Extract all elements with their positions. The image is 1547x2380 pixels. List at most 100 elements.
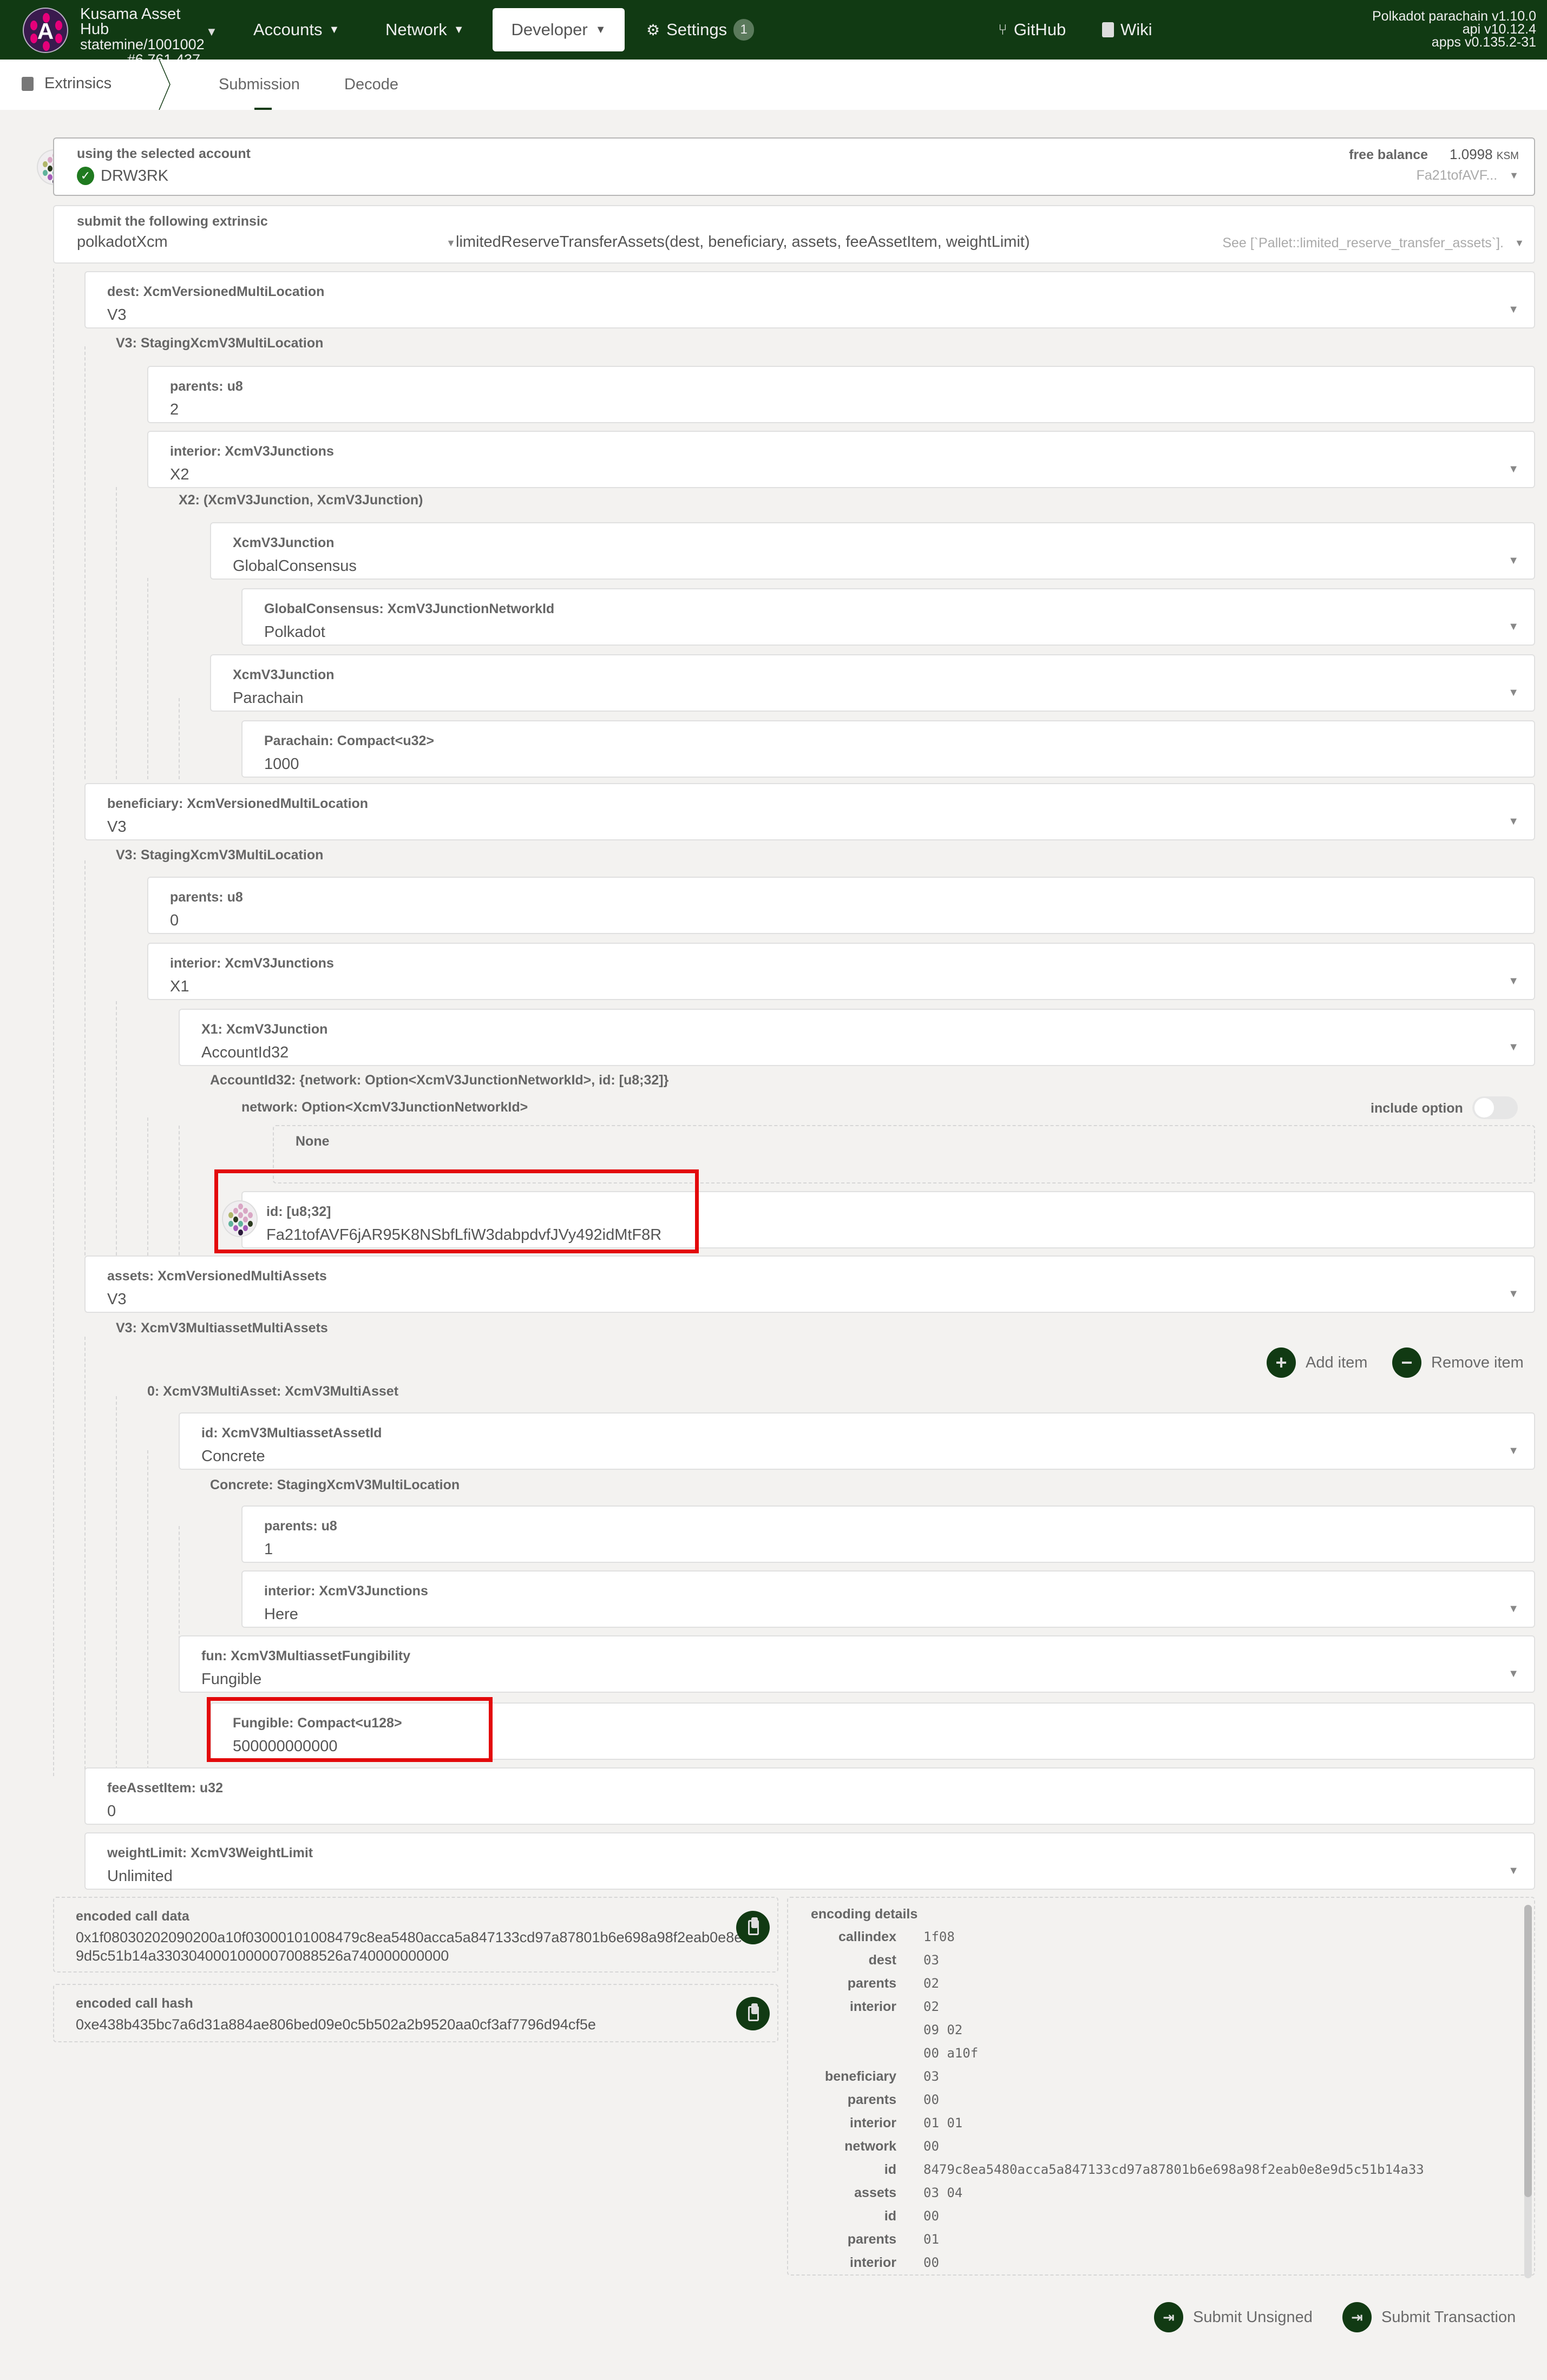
asset-interior-dropdown[interactable]: interior: XcmV3Junctions Here ▼ bbox=[241, 1570, 1535, 1628]
nav-settings[interactable]: ⚙ Settings 1 bbox=[646, 17, 755, 42]
encoding-detail-value: 1f08 bbox=[923, 1929, 955, 1944]
call-data-value: 0x1f08030202090200a10f03000101008479c8ea… bbox=[76, 1929, 743, 1964]
sign-in-icon: ⇥ bbox=[1342, 2302, 1372, 2332]
chevron-down-icon: ▼ bbox=[1508, 1288, 1519, 1300]
call-hash-value: 0xe438b435bc7a6d31a884ae806bed09e0c5b502… bbox=[76, 2016, 596, 2033]
chevron-down-icon: ▼ bbox=[1508, 1668, 1519, 1680]
asset-fun-dropdown[interactable]: fun: XcmV3MultiassetFungibility Fungible… bbox=[179, 1635, 1535, 1693]
dest-interior-value: X2 bbox=[170, 466, 189, 483]
encoding-details-title: encoding details bbox=[811, 1906, 918, 1922]
account-selector[interactable]: using the selected account ✓ DRW3RK free… bbox=[53, 137, 1535, 196]
dest-junction1-dropdown[interactable]: XcmV3Junction GlobalConsensus ▼ bbox=[210, 522, 1535, 580]
dest-dropdown[interactable]: dest: XcmVersionedMultiLocation V3 ▼ bbox=[84, 271, 1535, 328]
tab-submission[interactable]: Submission bbox=[219, 76, 300, 94]
beneficiary-x1-dropdown[interactable]: X1: XcmV3Junction AccountId32 ▼ bbox=[179, 1009, 1535, 1066]
encoding-detail-value: 00 bbox=[923, 2208, 939, 2224]
dest-gc-label: GlobalConsensus: XcmV3JunctionNetworkId bbox=[264, 601, 555, 616]
dest-parachain-label: Parachain: Compact<u32> bbox=[264, 733, 435, 748]
dest-junction2-value: Parachain bbox=[233, 689, 304, 707]
encoding-detail-value: 00 a10f bbox=[923, 2046, 979, 2061]
encoding-detail-value: 02 bbox=[923, 1976, 939, 1991]
submit-unsigned-button[interactable]: ⇥ Submit Unsigned bbox=[1154, 2302, 1313, 2332]
dest-junction1-label: XcmV3Junction bbox=[233, 535, 335, 550]
beneficiary-label: beneficiary: XcmVersionedMultiLocation bbox=[107, 796, 369, 811]
encoding-details-panel: encoding details callindex 1f08 dest 03 pare… bbox=[787, 1897, 1535, 2276]
nav-network-label: Network bbox=[385, 20, 447, 39]
dest-junction2-dropdown[interactable]: XcmV3Junction Parachain ▼ bbox=[210, 654, 1535, 712]
include-option-toggle[interactable] bbox=[1472, 1096, 1518, 1119]
beneficiary-interior-label: interior: XcmV3Junctions bbox=[170, 956, 334, 971]
weight-limit-dropdown[interactable]: weightLimit: XcmV3WeightLimit Unlimited … bbox=[84, 1832, 1535, 1890]
nav-developer[interactable]: Developer ▼ bbox=[493, 8, 625, 51]
chain-name: Kusama Asset Hub bbox=[80, 5, 181, 38]
version-info: Polkadot parachain v1.10.0 api v10.12.4 … bbox=[1372, 10, 1536, 49]
encoding-detail-key: id bbox=[884, 2162, 896, 2177]
chevron-down-icon: ▼ bbox=[1508, 687, 1519, 699]
section-label: Extrinsics bbox=[44, 75, 112, 92]
chevron-down-icon: ▼ bbox=[1508, 463, 1519, 475]
encoding-detail-key: id bbox=[884, 2208, 896, 2224]
minus-icon: − bbox=[1392, 1347, 1421, 1378]
chevron-down-icon: ▼ bbox=[1508, 304, 1519, 315]
beneficiary-x1-label: X1: XcmV3Junction bbox=[201, 1022, 328, 1037]
settings-badge: 1 bbox=[733, 19, 755, 41]
call-doc: See [`Pallet::limited_reserve_transfer_a… bbox=[1222, 235, 1504, 251]
wiki-link[interactable]: Wiki bbox=[1102, 17, 1152, 42]
encoding-detail-row: parents 02 bbox=[788, 1976, 1524, 1998]
dest-parachain-value: 1000 bbox=[264, 755, 299, 773]
asset-interior-value: Here bbox=[264, 1606, 298, 1623]
remove-item-label: Remove item bbox=[1431, 1353, 1524, 1371]
include-option-label: include option bbox=[1371, 1101, 1463, 1116]
scrollbar-thumb[interactable] bbox=[1524, 1905, 1532, 2197]
chain-spec: statemine/1001002 bbox=[80, 36, 205, 52]
beneficiary-value: V3 bbox=[107, 818, 127, 836]
encoding-detail-row: parents 00 bbox=[788, 2092, 1524, 2115]
fee-asset-item-value: 0 bbox=[107, 1803, 116, 1820]
encoding-detail-value: 01 01 bbox=[923, 2115, 963, 2131]
dest-interior-dropdown[interactable]: interior: XcmV3Junctions X2 ▼ bbox=[147, 431, 1535, 488]
submit-transaction-button[interactable]: ⇥ Submit Transaction bbox=[1342, 2302, 1516, 2332]
assets-label: assets: XcmVersionedMultiAssets bbox=[107, 1268, 327, 1284]
asset-parents-input[interactable]: parents: u8 1 bbox=[241, 1505, 1535, 1563]
encoding-detail-key: interior bbox=[849, 2255, 896, 2270]
chevron-down-icon: ▼ bbox=[453, 23, 464, 36]
assets-dropdown[interactable]: assets: XcmVersionedMultiAssets V3 ▼ bbox=[84, 1255, 1535, 1313]
chevron-down-icon[interactable]: ▼ bbox=[206, 25, 218, 39]
github-link[interactable]: ⑂ GitHub bbox=[998, 17, 1066, 42]
encoding-detail-row: callindex 1f08 bbox=[788, 1929, 1524, 1952]
chain-logo-icon[interactable]: A bbox=[23, 8, 68, 53]
beneficiary-dropdown[interactable]: beneficiary: XcmVersionedMultiLocation V… bbox=[84, 783, 1535, 840]
beneficiary-interior-dropdown[interactable]: interior: XcmV3Junctions X1 ▼ bbox=[147, 943, 1535, 1000]
encoding-detail-row: assets 03 04 bbox=[788, 2185, 1524, 2208]
submit-unsigned-label: Submit Unsigned bbox=[1193, 2308, 1313, 2326]
beneficiary-parents-input[interactable]: parents: u8 0 bbox=[147, 877, 1535, 934]
call-dropdown[interactable]: limitedReserveTransferAssets(dest, benef… bbox=[444, 233, 1524, 257]
fee-asset-item-input[interactable]: feeAssetItem: u32 0 bbox=[84, 1767, 1535, 1825]
pallet-dropdown[interactable]: polkadotXcm ▼ bbox=[77, 233, 467, 257]
dest-globalconsensus-dropdown[interactable]: GlobalConsensus: XcmV3JunctionNetworkId … bbox=[241, 588, 1535, 646]
dest-parachain-input[interactable]: Parachain: Compact<u32> 1000 bbox=[241, 720, 1535, 778]
encoding-detail-value: 8479c8ea5480acca5a847133cd97a87801b6e698… bbox=[923, 2162, 1424, 2177]
section-extrinsics[interactable]: Extrinsics bbox=[22, 75, 112, 93]
book-icon bbox=[1102, 22, 1114, 37]
beneficiary-v3-title: V3: StagingXcmV3MultiLocation bbox=[116, 847, 324, 863]
nav-accounts[interactable]: Accounts ▼ bbox=[253, 17, 339, 42]
encoded-call-data-box: encoded call data 0x1f08030202090200a10f… bbox=[53, 1897, 778, 1973]
chain-selector[interactable]: Kusama Asset Hub statemine/1001002 #6,76… bbox=[80, 5, 205, 68]
weight-limit-label: weightLimit: XcmV3WeightLimit bbox=[107, 1845, 313, 1860]
weight-limit-value: Unlimited bbox=[107, 1868, 173, 1885]
pallet-value: polkadotXcm bbox=[77, 233, 168, 251]
dest-parents-input[interactable]: parents: u8 2 bbox=[147, 366, 1535, 423]
tab-decode[interactable]: Decode bbox=[344, 76, 398, 94]
asset-id-dropdown[interactable]: id: XcmV3MultiassetAssetId Concrete ▼ bbox=[179, 1412, 1535, 1470]
dest-parents-value: 2 bbox=[170, 401, 179, 418]
remove-item-button[interactable]: − Remove item bbox=[1392, 1347, 1524, 1378]
dest-parents-label: parents: u8 bbox=[170, 379, 243, 394]
nav-network[interactable]: Network ▼ bbox=[385, 17, 464, 42]
assets-v3-title: V3: XcmV3MultiassetMultiAssets bbox=[116, 1320, 328, 1336]
encoding-detail-value: 03 bbox=[923, 2069, 939, 2084]
copy-call-data-button[interactable] bbox=[736, 1911, 770, 1944]
add-item-button[interactable]: + Add item bbox=[1267, 1347, 1367, 1378]
balance-value: 1.0998 bbox=[1450, 146, 1493, 162]
copy-call-hash-button[interactable] bbox=[736, 1997, 770, 2030]
